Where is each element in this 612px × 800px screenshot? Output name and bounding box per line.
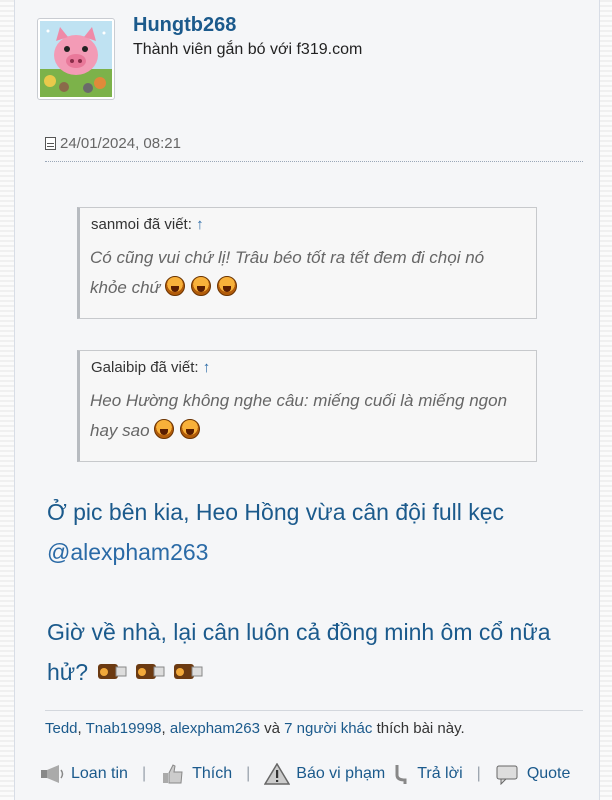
quote-text: Heo Hường không nghe câu: miếng cuối là … <box>90 391 508 440</box>
laughing-emoji-icon <box>165 276 186 296</box>
post-actions: Loan tin | Thích | Báo vi phạm Trả lời | <box>39 760 589 788</box>
laughing-emoji-icon <box>191 276 212 296</box>
drinking-emoji-icon <box>98 664 127 679</box>
drinking-emoji-icon <box>136 664 165 679</box>
laughing-emoji-icon <box>154 419 175 439</box>
likes-summary: Tedd, Tnab19998, alexpham263 và 7 người … <box>45 720 465 737</box>
forum-post: Hungtb268 Thành viên gắn bó với f319.com… <box>14 0 600 800</box>
divider <box>45 710 583 711</box>
quote-text: Có cũng vui chứ lị! Trâu béo tốt ra tết … <box>90 248 485 297</box>
drinking-emoji-icon <box>174 664 203 679</box>
reply-arrow-icon <box>395 765 407 784</box>
quote-jump-arrow-icon[interactable]: ↑ <box>196 216 204 233</box>
other-likers-link[interactable]: 7 người khác <box>284 720 372 737</box>
separator: | <box>476 765 481 782</box>
like-button[interactable]: Thích <box>160 763 232 785</box>
username[interactable]: Hungtb268 <box>133 14 236 37</box>
speech-bubble-icon <box>496 765 518 785</box>
thumbs-up-icon <box>163 764 183 784</box>
warning-icon <box>264 763 291 785</box>
laughing-emoji-icon <box>180 419 201 439</box>
quote-button[interactable]: Quote <box>495 763 570 785</box>
message-body: Ở pic bên kia, Heo Hồng vừa cân đội full… <box>47 492 587 572</box>
quote-author: sanmoi đã viết: <box>91 216 192 233</box>
separator: | <box>246 765 251 782</box>
share-button[interactable]: Loan tin <box>39 763 128 785</box>
quote-block: sanmoi đã viết: ↑ Có cũng vui chứ lị! Tr… <box>77 207 537 319</box>
report-button[interactable]: Báo vi phạm <box>264 763 385 785</box>
message-body: Giờ về nhà, lại cân luôn cả đồng minh ôm… <box>47 612 587 692</box>
quote-jump-arrow-icon[interactable]: ↑ <box>203 359 211 376</box>
quote-block: Galaibip đã viết: ↑ Heo Hường không nghe… <box>77 350 537 462</box>
liker-link[interactable]: Tnab19998 <box>86 720 162 737</box>
liker-link[interactable]: alexpham263 <box>170 720 260 737</box>
quote-header: sanmoi đã viết: ↑ <box>80 208 536 233</box>
reply-button[interactable]: Trả lời <box>393 763 463 785</box>
post-meta: 24/01/2024, 08:21 <box>45 135 181 152</box>
right-page-border <box>598 0 612 800</box>
pig-avatar-icon <box>40 21 112 97</box>
user-title: Thành viên gắn bó với f319.com <box>133 41 363 58</box>
avatar[interactable] <box>37 18 115 100</box>
left-page-border <box>0 0 14 800</box>
divider <box>45 161 583 162</box>
separator: | <box>141 765 147 782</box>
megaphone-icon <box>41 765 64 783</box>
user-mention-link[interactable]: @alexpham263 <box>47 532 587 572</box>
laughing-emoji-icon <box>217 276 238 296</box>
quote-header: Galaibip đã viết: ↑ <box>80 351 536 376</box>
liker-link[interactable]: Tedd <box>45 720 78 737</box>
message-line: Ở pic bên kia, Heo Hồng vừa cân đội full… <box>47 499 505 525</box>
post-timestamp[interactable]: 24/01/2024, 08:21 <box>60 135 181 152</box>
document-icon <box>45 137 56 150</box>
quote-author: Galaibip đã viết: <box>91 359 199 376</box>
